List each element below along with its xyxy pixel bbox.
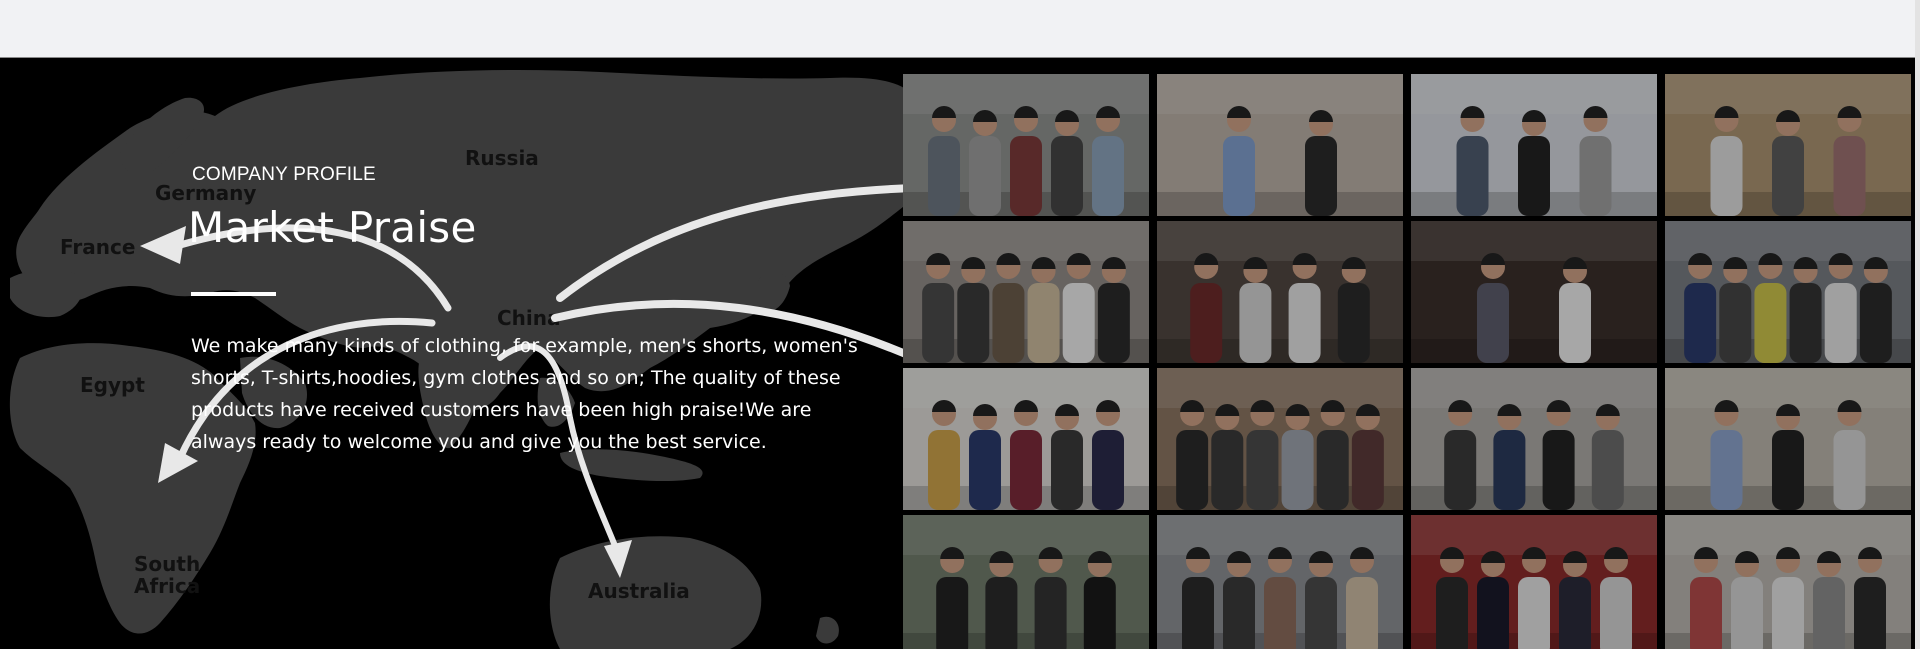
customer-photo (903, 221, 1149, 363)
customer-photo-grid (903, 74, 1915, 649)
customer-photo (903, 515, 1149, 649)
customer-photo (1157, 221, 1403, 363)
scrollbar-track[interactable] (1915, 0, 1920, 649)
section-eyebrow: COMPANY PROFILE (192, 164, 376, 185)
customer-photo (1411, 221, 1657, 363)
label-france: France (60, 235, 135, 259)
market-praise-section: Russia Germany France China Egypt South … (0, 58, 1915, 649)
customer-photo (1665, 74, 1911, 216)
label-china: China (497, 306, 561, 330)
customer-photo (1665, 515, 1911, 649)
top-bar (0, 0, 1920, 57)
customer-photo (1411, 74, 1657, 216)
customer-photo (1665, 368, 1911, 510)
customer-photo (1411, 368, 1657, 510)
label-russia: Russia (465, 146, 539, 170)
section-title: Market Praise (188, 203, 477, 252)
customer-photo (903, 74, 1149, 216)
customer-photo (1157, 515, 1403, 649)
section-description: We make many kinds of clothing, for exam… (191, 335, 858, 453)
label-australia: Australia (588, 579, 690, 603)
map-japan (755, 272, 790, 312)
map-new-zealand (816, 616, 839, 644)
label-egypt: Egypt (80, 373, 145, 397)
customer-photo (1411, 515, 1657, 649)
customer-photo (903, 368, 1149, 510)
label-south-africa-line1: South (134, 552, 200, 576)
customer-photo (1157, 368, 1403, 510)
map-iberia (10, 269, 84, 318)
customer-photo (1157, 74, 1403, 216)
title-underline (191, 292, 276, 296)
label-south-africa-line2: Africa (134, 574, 200, 598)
customer-photo (1665, 221, 1911, 363)
